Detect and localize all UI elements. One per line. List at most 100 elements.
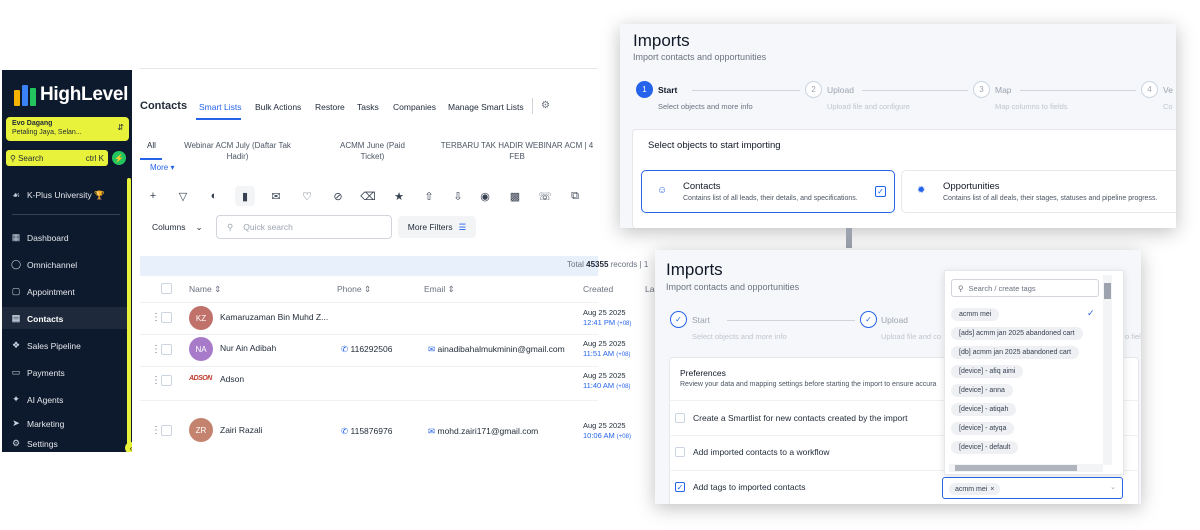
tab-manage-smart-lists[interactable]: Manage Smart Lists bbox=[448, 102, 524, 112]
tags-select-input[interactable]: acmm mei × ⌄ bbox=[942, 477, 1123, 499]
drag-handle-icon[interactable]: ⋮ bbox=[151, 312, 161, 323]
message-icon[interactable]: ▮ bbox=[235, 186, 255, 206]
contact-email[interactable]: ✉ ainadibahalmukminin@gmail.com bbox=[428, 344, 565, 355]
tag-option[interactable]: [device] - default bbox=[951, 441, 1019, 454]
header-phone[interactable]: Phone ⇕ bbox=[337, 284, 371, 295]
selected-tag-chip[interactable]: acmm mei × bbox=[949, 483, 1001, 495]
tag-option[interactable]: [db] acmm jan 2025 abandoned cart bbox=[951, 346, 1080, 359]
add-tag-icon[interactable]: ♡ bbox=[297, 186, 317, 206]
filter-icon[interactable]: ▽ bbox=[173, 186, 193, 206]
smart-list-item[interactable]: ACMM June (Paid Ticket) bbox=[330, 140, 415, 162]
quick-actions-icon[interactable]: ⚡ bbox=[112, 151, 126, 165]
more-filters-button[interactable]: More Filters ☰ bbox=[398, 216, 476, 238]
remove-tag-icon[interactable]: ⊘ bbox=[328, 186, 348, 206]
contact-name[interactable]: Kamaruzaman Bin Muhd Z... bbox=[220, 312, 328, 322]
tag-option[interactable]: [device] - anna bbox=[951, 384, 1013, 397]
tag-search-placeholder: Search / create tags bbox=[968, 283, 1036, 293]
contact-name[interactable]: Zairi Razali bbox=[220, 425, 263, 435]
lock-icon[interactable]: ◉ bbox=[475, 186, 495, 206]
star-icon[interactable]: ★ bbox=[389, 186, 409, 206]
time: 12:41 PM bbox=[583, 318, 616, 327]
import-icon[interactable]: ⇩ bbox=[448, 186, 468, 206]
sidebar-scrollbar[interactable] bbox=[127, 178, 131, 448]
tag-option[interactable]: [device] - atyqa bbox=[951, 422, 1015, 435]
contact-email[interactable]: ✉ mohd.zairi171@gmail.com bbox=[428, 426, 538, 437]
table-row[interactable] bbox=[140, 366, 598, 400]
object-contacts[interactable]: ☺ Contacts Contains list of all leads, t… bbox=[641, 170, 895, 213]
tag-option[interactable]: [device] - afiq aimi bbox=[951, 365, 1024, 378]
tab-restore[interactable]: Restore bbox=[315, 102, 345, 112]
smart-list-item[interactable]: TERBARU TAK HADIR WEBINAR ACM | 4 FEB bbox=[440, 140, 594, 162]
settings-gear-icon[interactable]: ⚙ bbox=[541, 100, 550, 111]
whatsapp-icon[interactable]: ☏ bbox=[535, 186, 555, 206]
row-checkbox[interactable] bbox=[161, 375, 172, 386]
select-all-checkbox[interactable] bbox=[161, 283, 172, 294]
sidebar-item-sales-pipeline[interactable]: ❖ Sales Pipeline bbox=[11, 340, 81, 351]
row-checkbox[interactable] bbox=[161, 344, 172, 355]
drag-handle-icon[interactable]: ⋮ bbox=[151, 344, 161, 355]
horizontal-scroll-thumb[interactable] bbox=[955, 465, 1077, 471]
logo-arrows-icon bbox=[14, 84, 36, 106]
collapse-sidebar-icon[interactable]: ‹ bbox=[125, 442, 132, 452]
checkbox[interactable] bbox=[675, 413, 685, 423]
smart-list-item[interactable]: Webinar ACM July (Daftar Tak Hadir) bbox=[180, 140, 295, 162]
sidebar-item-payments[interactable]: ▭ Payments bbox=[11, 367, 65, 378]
tag-option[interactable]: acmm mei bbox=[951, 308, 1000, 321]
highlevel-logo[interactable]: HighLevel bbox=[14, 84, 128, 106]
remove-tag-icon[interactable]: × bbox=[990, 486, 994, 493]
sidebar-item-settings[interactable]: ⚙ Settings bbox=[11, 438, 58, 449]
tag-search-input[interactable]: ⚲ Search / create tags bbox=[951, 279, 1099, 297]
header-last[interactable]: La bbox=[645, 284, 654, 294]
tag-option[interactable]: [device] - atiqah bbox=[951, 403, 1017, 416]
pipeline-add-icon[interactable]: ◐ bbox=[204, 186, 224, 206]
tab-smart-lists[interactable]: Smart Lists bbox=[199, 102, 242, 112]
checkbox[interactable] bbox=[675, 447, 685, 457]
header-name[interactable]: Name ⇕ bbox=[189, 284, 221, 295]
object-opportunities[interactable]: ✹ Opportunities Contains list of all dea… bbox=[901, 170, 1176, 213]
email-icon[interactable]: ✉ bbox=[266, 186, 286, 206]
columns-button[interactable]: Columns ⌄ bbox=[142, 216, 210, 238]
contact-phone[interactable]: ✆ 116292506 bbox=[341, 344, 392, 355]
calendar-icon: ▢ bbox=[11, 286, 21, 296]
contact-name[interactable]: Adson bbox=[220, 374, 244, 384]
location-switcher[interactable]: Evo Dagang Petaling Jaya, Selan... ⇵ bbox=[6, 117, 129, 141]
sidebar-item-ai-agents[interactable]: ✦ AI Agents bbox=[11, 394, 63, 405]
sidebar-search[interactable]: ⚲ Search ctrl K bbox=[6, 150, 108, 166]
smart-list-more[interactable]: More ▾ bbox=[150, 163, 174, 172]
sidebar-item-contacts[interactable]: ▤ Contacts bbox=[11, 313, 64, 324]
smart-list-all[interactable]: All bbox=[147, 140, 156, 151]
quick-search-input[interactable]: ⚲ Quick search bbox=[216, 215, 392, 239]
tab-companies[interactable]: Companies bbox=[393, 102, 436, 112]
sidebar-item-omnichannel[interactable]: ◯ Omnichannel bbox=[11, 259, 77, 270]
sidebar-item-university[interactable]: ☙ K-Plus University 🏆 bbox=[11, 190, 105, 201]
checked-checkbox-icon[interactable]: ✓ bbox=[675, 482, 685, 492]
tab-bulk-actions[interactable]: Bulk Actions bbox=[255, 102, 301, 112]
row-checkbox[interactable] bbox=[161, 312, 172, 323]
delete-icon[interactable]: ⌫ bbox=[358, 186, 378, 206]
time: 10:06 AM bbox=[583, 431, 615, 440]
add-icon[interactable]: + bbox=[143, 186, 163, 206]
export-icon[interactable]: ⇧ bbox=[419, 186, 439, 206]
bar-chart-icon[interactable]: ▩ bbox=[505, 186, 525, 206]
option-add-workflow[interactable]: Add imported contacts to a workflow bbox=[675, 447, 830, 457]
phone-icon: ✆ bbox=[341, 426, 349, 436]
tag-option[interactable]: [ads] acmm jan 2025 abandoned cart bbox=[951, 327, 1083, 340]
sidebar-item-marketing[interactable]: ➤ Marketing bbox=[11, 418, 64, 429]
copy-icon[interactable]: ⧉ bbox=[565, 186, 585, 206]
sidebar-item-appointment[interactable]: ▢ Appointment bbox=[11, 286, 75, 297]
drag-handle-icon[interactable]: ⋮ bbox=[151, 375, 161, 386]
page-title: Contacts bbox=[140, 100, 188, 112]
drag-handle-icon[interactable]: ⋮ bbox=[151, 425, 161, 436]
sidebar-item-dashboard[interactable]: ▦ Dashboard bbox=[11, 232, 69, 243]
contact-phone[interactable]: ✆ 115876976 bbox=[341, 426, 392, 437]
header-email[interactable]: Email ⇕ bbox=[424, 284, 455, 295]
check-icon[interactable]: ✓ bbox=[875, 186, 886, 197]
option-create-smartlist[interactable]: Create a Smartlist for new contacts crea… bbox=[675, 413, 907, 423]
tab-tasks[interactable]: Tasks bbox=[357, 102, 379, 112]
option-add-tags[interactable]: ✓ Add tags to imported contacts bbox=[675, 482, 805, 492]
header-created[interactable]: Created bbox=[583, 284, 613, 294]
vertical-scrollbar[interactable] bbox=[1103, 275, 1112, 465]
vertical-scroll-thumb[interactable] bbox=[1104, 283, 1111, 299]
contact-name[interactable]: Nur Ain Adibah bbox=[220, 343, 276, 353]
row-checkbox[interactable] bbox=[161, 425, 172, 436]
